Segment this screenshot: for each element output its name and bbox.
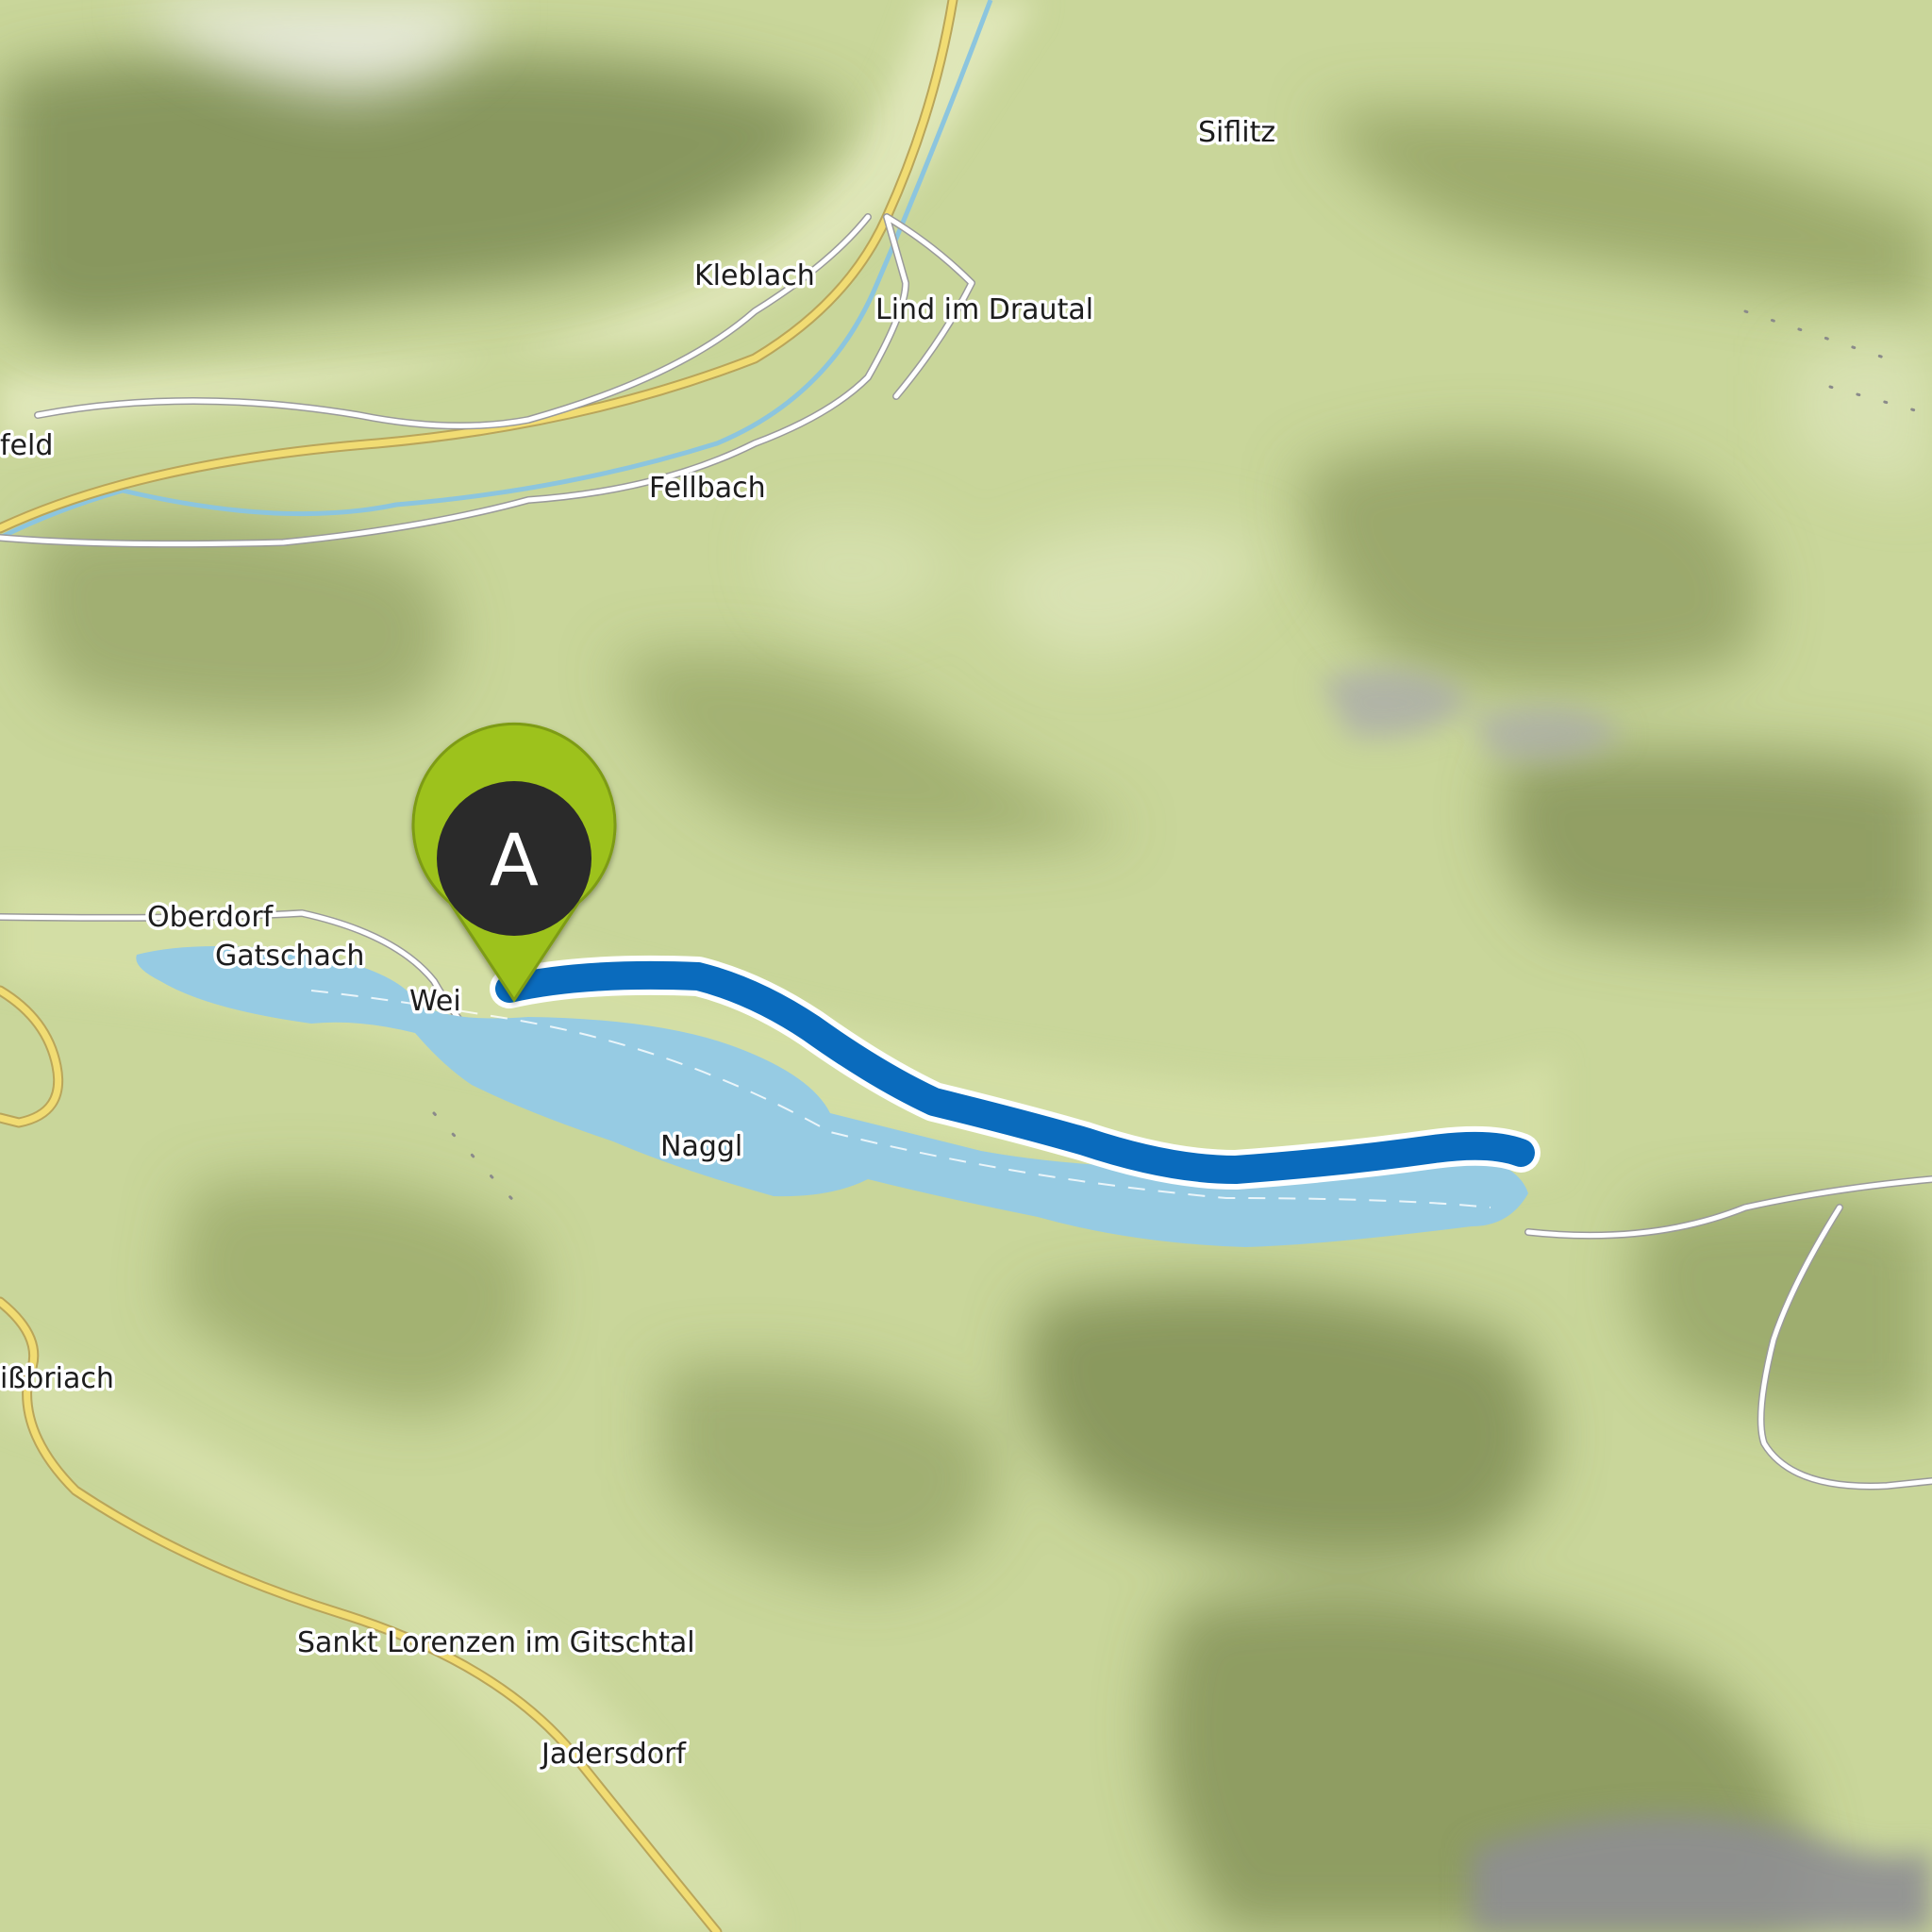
- marker-letter: A: [490, 818, 539, 902]
- place-label-oberdorf: Oberdorf: [147, 901, 275, 934]
- map-view[interactable]: Siflitz Kleblach Lind im Drautal feld Fe…: [0, 0, 1932, 1932]
- place-label-wei: Wei: [409, 985, 461, 1018]
- place-label-fellbach: Fellbach: [649, 472, 766, 505]
- place-label-gatschach: Gatschach: [215, 940, 364, 973]
- map-canvas[interactable]: Siflitz Kleblach Lind im Drautal feld Fe…: [0, 0, 1932, 1932]
- place-label-kleblach: Kleblach: [694, 259, 815, 292]
- place-label-naggl: Naggl: [660, 1130, 742, 1163]
- place-label-weissbriach: ißbriach: [0, 1362, 114, 1395]
- place-label-siflitz: Siflitz: [1198, 116, 1275, 149]
- place-label-feld: feld: [0, 429, 53, 462]
- place-label-lind-im-drautal: Lind im Drautal: [875, 293, 1093, 326]
- place-label-sankt-lorenzen: Sankt Lorenzen im Gitschtal: [297, 1626, 695, 1659]
- place-label-jadersdorf: Jadersdorf: [540, 1738, 687, 1771]
